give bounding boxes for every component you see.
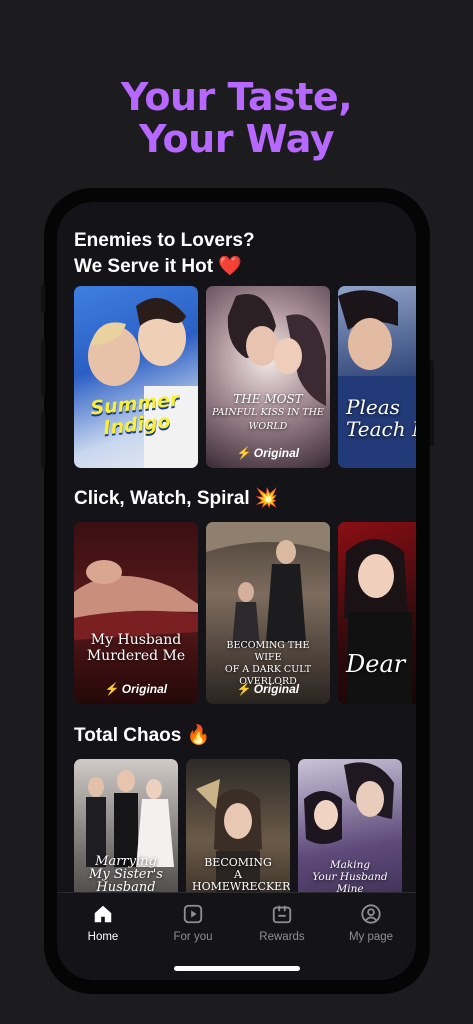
bolt-icon: ⚡ [236,446,252,460]
phone-side-button [41,340,45,396]
tab-label: For you [173,931,213,943]
card-title-line: Dear [346,650,406,678]
card-title: My Husband Murdered Me [80,632,192,664]
section-title-enemies: Enemies to Lovers? We Serve it Hot ❤️ [74,228,255,280]
drama-card[interactable]: Dear [338,522,416,704]
collision-icon: 💥 [254,488,279,509]
poster-art [74,560,198,640]
card-title: BECOMING A HOMEWRECKER [192,857,290,893]
app-screen: Enemies to Lovers? We Serve it Hot ❤️ Su… [57,202,416,980]
card-title-line: Making [329,859,371,871]
section-title-line: Click, Watch, Spiral [74,488,250,509]
headline-line-2: Your Way [139,117,334,161]
card-title-line: Pleas [346,395,400,419]
drama-card[interactable]: Pleas Teach M [338,286,416,468]
carousel-row[interactable]: Summer Indigo THE MOST PAINFUL KISS IN T… [74,286,416,468]
section-title-line: We Serve it Hot [74,256,214,277]
card-title-line: THE MOST [233,392,303,406]
card-title-line: My Sister's Husband [89,867,163,895]
section-title-spiral: Click, Watch, Spiral 💥 [74,486,279,512]
section-title-line: Enemies to Lovers? [74,230,255,251]
tab-label: My page [348,931,394,943]
home-icon [94,905,112,923]
phone-side-button [430,360,434,446]
tab-rewards[interactable]: Rewards [242,903,322,943]
drama-card[interactable]: Summer Indigo [74,286,198,468]
poster-art [88,298,198,468]
card-title-line: Teach M [346,417,416,441]
drama-card[interactable]: My Husband Murdered Me ⚡ Original [74,522,198,704]
tab-home[interactable]: Home [63,903,143,943]
tab-label: Rewards [259,931,305,943]
drama-card[interactable]: THE MOST PAINFUL KISS IN THE WORLD ⚡ Orig… [206,286,330,468]
section-title-chaos: Total Chaos 🔥 [74,723,210,749]
card-title: THE MOST PAINFUL KISS IN THE WORLD [212,392,324,434]
tab-label: Home [87,931,119,943]
promo-headline: Your Taste, Your Way [0,76,473,160]
card-title: Making Your Husband Mine [304,859,396,895]
section-title-line: Total Chaos [74,725,182,746]
card-title: Pleas Teach M [346,396,416,440]
card-title-line: Murdered Me [86,648,186,664]
gift-icon [272,905,292,924]
badge-label: Original [121,682,168,696]
card-title: Marrying My Sister's Husband [80,855,172,894]
card-title-line: PAINFUL KISS IN THE WORLD [212,407,324,432]
badge-label: Original [253,682,300,696]
tab-my-page[interactable]: My page [331,903,411,943]
card-title-line: My Husband [90,632,182,648]
play-icon [183,904,203,924]
phone-side-button [41,412,45,468]
original-badge: ⚡ Original [206,682,330,696]
phone-side-button [41,285,45,313]
home-indicator[interactable] [174,966,300,971]
card-title: BECOMING THE WIFE OF A DARK CULT OVERLOR… [212,640,324,688]
card-title: Dear [346,650,416,678]
card-title-line: A HOMEWRECKER [192,868,290,893]
heart-icon: ❤️ [218,256,242,277]
poster-art [227,294,326,406]
badge-label: Original [253,446,300,460]
bolt-icon: ⚡ [236,682,252,696]
tab-for-you[interactable]: For you [153,903,233,943]
user-icon [361,904,381,924]
carousel-row[interactable]: My Husband Murdered Me ⚡ Original BECOMIN… [74,522,416,704]
bolt-icon: ⚡ [104,682,120,696]
original-badge: ⚡ Original [206,446,330,460]
original-badge: ⚡ Original [74,682,198,696]
fire-icon: 🔥 [186,725,211,746]
drama-card[interactable]: BECOMING THE WIFE OF A DARK CULT OVERLOR… [206,522,330,704]
headline-line-1: Your Taste, [120,75,353,119]
card-title-line: BECOMING THE WIFE [226,640,310,663]
